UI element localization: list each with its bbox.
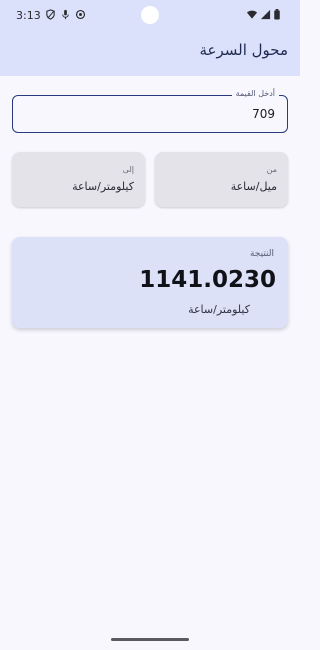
shield-icon (46, 9, 55, 20)
camera-cutout (141, 6, 159, 24)
battery-icon (274, 9, 280, 20)
result-card: النتيجة 1141.0230 كيلومتر/ساعة (12, 237, 288, 328)
wifi-icon (246, 10, 258, 19)
signal-icon (260, 9, 271, 20)
mic-icon (62, 9, 69, 20)
app-bar: 3:13 محول السرعة (0, 0, 300, 76)
home-indicator[interactable] (111, 638, 189, 641)
value-input-text: 709 (252, 107, 275, 121)
status-time: 3:13 (16, 9, 41, 22)
from-unit-label: من (266, 165, 277, 174)
page-title: محول السرعة (199, 41, 288, 59)
result-unit: كيلومتر/ساعة (188, 303, 250, 316)
to-unit-value: كيلومتر/ساعة (72, 180, 134, 193)
to-unit-selector[interactable]: إلى كيلومتر/ساعة (12, 152, 145, 207)
value-input[interactable]: أدخل القيمة 709 (12, 89, 288, 133)
result-label: النتيجة (249, 249, 274, 259)
sync-icon (75, 9, 86, 20)
from-unit-selector[interactable]: من ميل/ساعة (155, 152, 288, 207)
to-unit-label: إلى (122, 165, 134, 174)
status-bar: 3:13 (0, 0, 300, 30)
from-unit-value: ميل/ساعة (230, 180, 277, 193)
value-input-label: أدخل القيمة (231, 89, 279, 98)
result-value: 1141.0230 (139, 267, 276, 293)
